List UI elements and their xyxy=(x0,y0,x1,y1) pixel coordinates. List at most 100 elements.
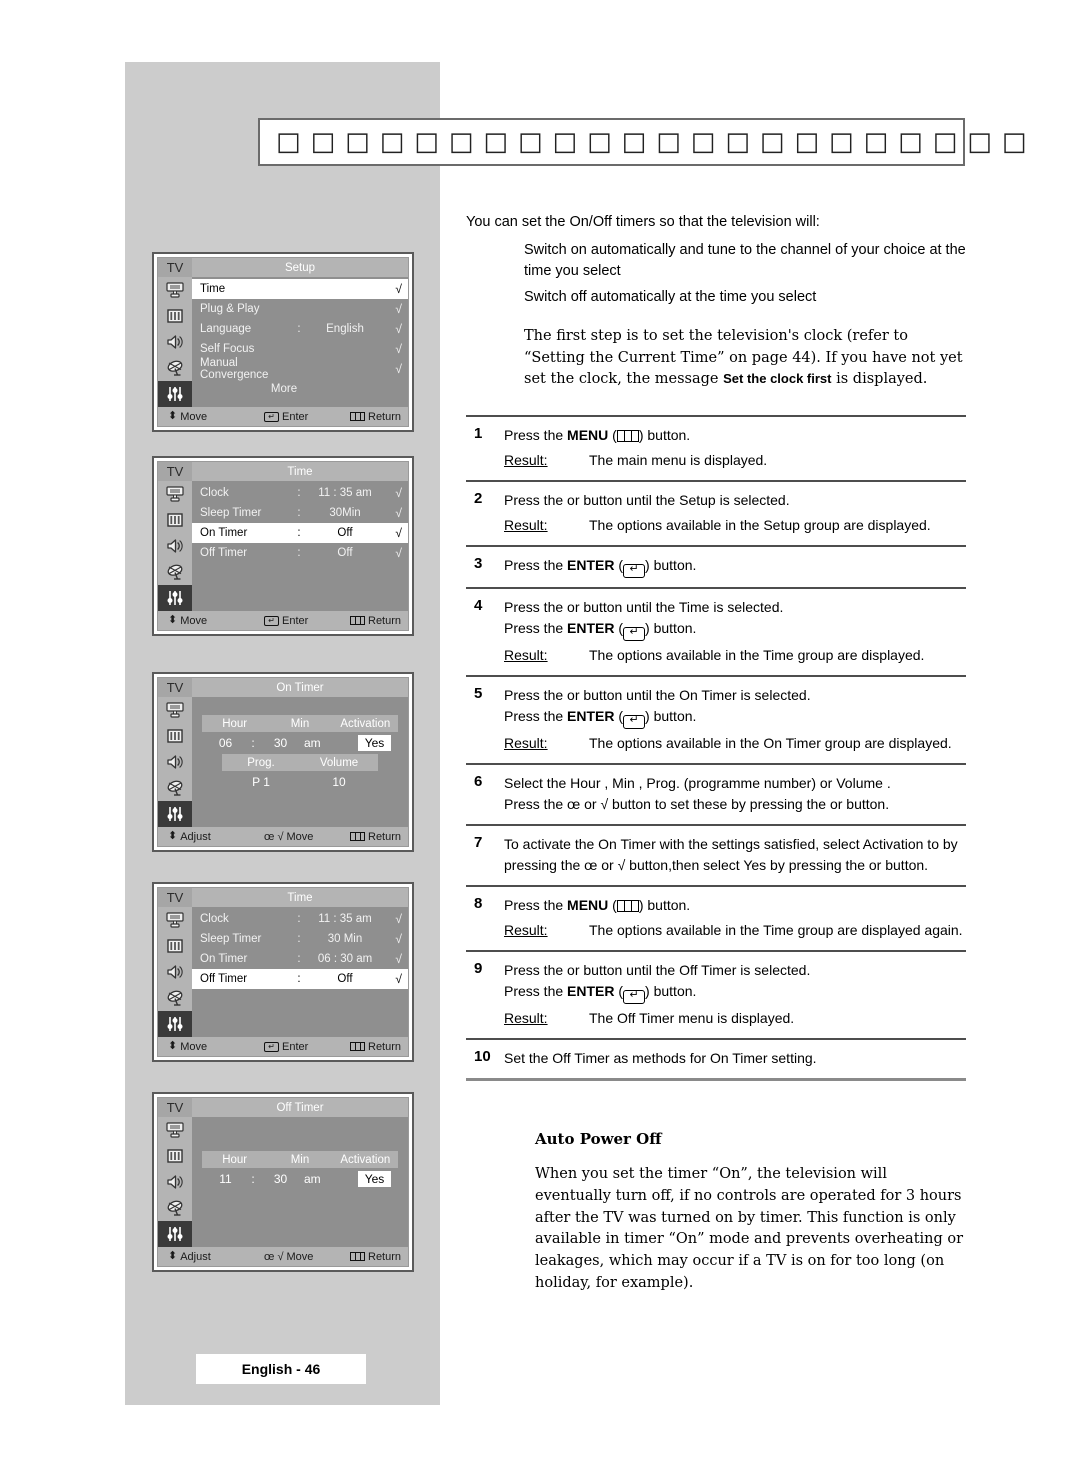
osd-foot-left-label: Move xyxy=(180,410,208,423)
osd-option-row[interactable]: Plug & Play √ xyxy=(192,299,408,319)
osd-foot-right[interactable]: Return xyxy=(350,1041,408,1053)
osd-foot-mid[interactable]: ↵ Enter xyxy=(264,1041,350,1053)
menu-icon xyxy=(616,900,639,912)
up-down-arrows-icon: ⬍ xyxy=(168,614,178,626)
timer-col-prog: Prog. xyxy=(247,756,275,769)
osd-foot-right[interactable]: Return xyxy=(350,1251,408,1263)
osd-foot-left-label: Move xyxy=(180,614,208,627)
step-result: Result: The options available in the Time… xyxy=(504,645,966,666)
osd-tv-tag: TV xyxy=(158,462,192,481)
instruction-steps: 1 Press the MENU () button. Result: The mai… xyxy=(466,415,966,1081)
menu-icon xyxy=(616,430,639,442)
osd-foot-right[interactable]: Return xyxy=(350,831,408,843)
activation-yes-box[interactable]: Yes xyxy=(357,1171,392,1187)
osd-inner: TV Off Timer Hour Min Activation 11:30 am Yes ⬍ A… xyxy=(157,1097,409,1267)
check-icon: √ xyxy=(395,486,402,500)
speaker-icon[interactable] xyxy=(158,1169,192,1195)
osd-option-row[interactable]: On Timer: 06 : 30 am √ xyxy=(192,949,408,969)
osd-option-row[interactable]: Sleep Timer: 30 Min √ xyxy=(192,929,408,949)
step-line: Set the Off Timer as methods for On Time… xyxy=(504,1050,817,1066)
osd-foot-left[interactable]: ⬍ Adjust xyxy=(158,1251,264,1263)
osd-option-row[interactable]: Clock: 11 : 35 am √ xyxy=(192,909,408,929)
timer-value-row: 11:30 am Yes xyxy=(202,1168,398,1190)
osd-foot-left[interactable]: ⬍ Move xyxy=(158,411,264,423)
osd-foot-mid-label: Enter xyxy=(282,614,309,627)
settings-sliders-icon[interactable] xyxy=(158,381,192,407)
equalizer-icon[interactable] xyxy=(158,507,192,533)
osd-foot-mid[interactable]: ↵ Enter xyxy=(264,615,350,627)
step-number: 3 xyxy=(474,555,483,572)
osd-footer: ⬍ Adjust œ √ Move Return xyxy=(158,827,408,846)
osd-option-row[interactable]: Off Timer: Off √ xyxy=(192,543,408,563)
osd-inner: TV Setup Time √ Plug & Play √ Language: English… xyxy=(157,257,409,427)
osd-option-row[interactable]: Manual Convergence √ xyxy=(192,357,408,381)
speaker-icon[interactable] xyxy=(158,329,192,355)
step-text: ) button. xyxy=(645,708,697,724)
timer-ampm-value[interactable]: am xyxy=(304,736,351,750)
settings-sliders-icon[interactable] xyxy=(158,1011,192,1037)
osd-foot-right[interactable]: Return xyxy=(350,411,408,423)
settings-sliders-icon[interactable] xyxy=(158,801,192,827)
timer-ampm-value[interactable]: am xyxy=(304,1172,351,1186)
equalizer-icon[interactable] xyxy=(158,723,192,749)
timer-colon: : xyxy=(251,1172,255,1186)
osd-option-row[interactable]: Time √ xyxy=(192,279,408,299)
timer-min-value[interactable]: 30 xyxy=(257,736,304,750)
osd-body: Time √ Plug & Play √ Language: English √ Self F… xyxy=(158,277,408,407)
equalizer-icon[interactable] xyxy=(158,303,192,329)
picture-icon[interactable] xyxy=(158,907,192,933)
timer-hour-value[interactable]: 06 xyxy=(202,736,249,750)
enter-icon: ↵ xyxy=(623,715,646,729)
step-line: Press the ENTER (↵) button. xyxy=(504,981,966,1004)
timer-header-band-2: Prog. Volume xyxy=(222,754,378,771)
osd-foot-right-label: Return xyxy=(368,830,402,843)
osd-foot-mid[interactable]: œ √ Move xyxy=(264,1251,350,1263)
osd-foot-right[interactable]: Return xyxy=(350,615,408,627)
step-result: Result: The options available in the Setu… xyxy=(504,515,966,536)
step-body: Press the MENU () button. Result: The main… xyxy=(504,425,966,471)
osd-tv-tag: TV xyxy=(158,678,192,697)
speaker-icon[interactable] xyxy=(158,959,192,985)
timer-hour-value[interactable]: 11 xyxy=(202,1172,249,1186)
satellite-dish-icon[interactable] xyxy=(158,985,192,1011)
osd-option-row[interactable]: Self Focus √ xyxy=(192,339,408,359)
satellite-dish-icon[interactable] xyxy=(158,1195,192,1221)
settings-sliders-icon[interactable] xyxy=(158,585,192,611)
osd-foot-mid[interactable]: œ √ Move xyxy=(264,831,350,843)
step-keyword: MENU xyxy=(567,427,609,443)
osd-option-label: Language xyxy=(200,323,252,335)
activation-yes-box[interactable]: Yes xyxy=(357,735,392,751)
osd-option-row[interactable]: Sleep Timer: 30Min √ xyxy=(192,503,408,523)
timer-min-value[interactable]: 30 xyxy=(257,1172,304,1186)
osd-option-row[interactable]: Off Timer: Off √ xyxy=(192,969,408,989)
timer-activation-value[interactable]: Yes xyxy=(351,1171,398,1187)
step-text: ( xyxy=(614,983,624,999)
osd-foot-mid[interactable]: ↵ Enter xyxy=(264,411,350,423)
osd-foot-left[interactable]: ⬍ Move xyxy=(158,1041,264,1053)
osd-foot-left[interactable]: ⬍ Adjust xyxy=(158,831,264,843)
picture-icon[interactable] xyxy=(158,481,192,507)
satellite-dish-icon[interactable] xyxy=(158,559,192,585)
picture-icon[interactable] xyxy=(158,697,192,723)
osd-foot-left[interactable]: ⬍ Move xyxy=(158,615,264,627)
osd-option-row[interactable]: On Timer: Off √ xyxy=(192,523,408,543)
step-number: 7 xyxy=(474,834,483,851)
equalizer-icon[interactable] xyxy=(158,933,192,959)
osd-option-row[interactable]: Clock: 11 : 35 am √ xyxy=(192,483,408,503)
timer-prog-value[interactable]: P 1 xyxy=(222,775,300,789)
picture-icon[interactable] xyxy=(158,1117,192,1143)
equalizer-icon[interactable] xyxy=(158,1143,192,1169)
picture-icon[interactable] xyxy=(158,277,192,303)
result-label: Result: xyxy=(504,735,548,751)
timer-volume-value[interactable]: 10 xyxy=(300,775,378,789)
osd-option-row[interactable]: Language: English √ xyxy=(192,319,408,339)
satellite-dish-icon[interactable] xyxy=(158,355,192,381)
osd-option-row-more[interactable]: More xyxy=(192,379,408,399)
speaker-icon[interactable] xyxy=(158,533,192,559)
speaker-icon[interactable] xyxy=(158,749,192,775)
osd-screenshot-on-timer: TV On Timer Hour Min Activation 06:30 am Yes Pro… xyxy=(152,672,414,852)
step-item: 1 Press the MENU () button. Result: The mai… xyxy=(466,417,966,480)
timer-activation-value[interactable]: Yes xyxy=(351,735,398,751)
satellite-dish-icon[interactable] xyxy=(158,775,192,801)
settings-sliders-icon[interactable] xyxy=(158,1221,192,1247)
